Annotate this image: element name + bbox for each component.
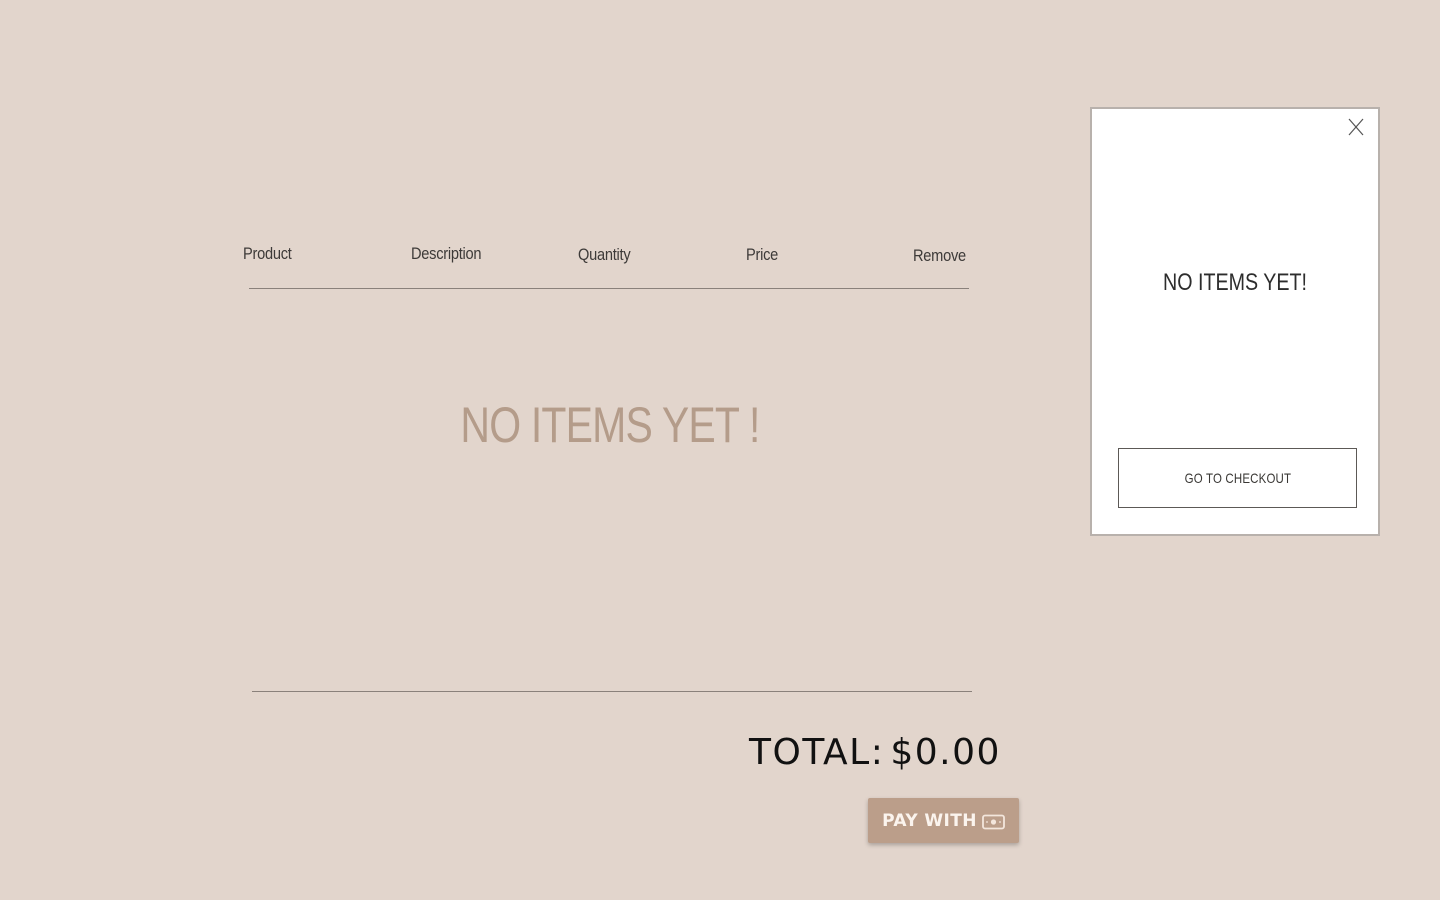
total-label: TOTAL: [749,732,885,773]
cart-total: TOTAL: $0.00 [749,732,1001,773]
column-header-quantity: Quantity [578,245,631,264]
go-to-checkout-button[interactable]: GO TO CHECKOUT [1118,448,1357,508]
cash-icon [981,814,1005,830]
mini-cart-panel: NO ITEMS YET! GO TO CHECKOUT [1090,107,1380,536]
pay-with-button[interactable]: PAY WITH [868,798,1019,843]
column-header-product: Product [243,244,292,263]
cart-table-header: Product Description Quantity Price Remov… [243,244,969,274]
total-value: $0.00 [890,732,1001,773]
close-icon[interactable] [1346,117,1366,137]
column-header-description: Description [411,244,482,263]
cart-empty-message: NO ITEMS YET ! [460,397,760,453]
checkout-button-label: GO TO CHECKOUT [1184,470,1291,486]
column-header-remove: Remove [913,246,966,265]
header-divider [249,288,969,289]
mini-cart-empty-message: NO ITEMS YET! [1163,269,1307,296]
pay-button-label: PAY WITH [882,810,977,831]
footer-divider [252,691,972,692]
column-header-price: Price [746,245,779,264]
